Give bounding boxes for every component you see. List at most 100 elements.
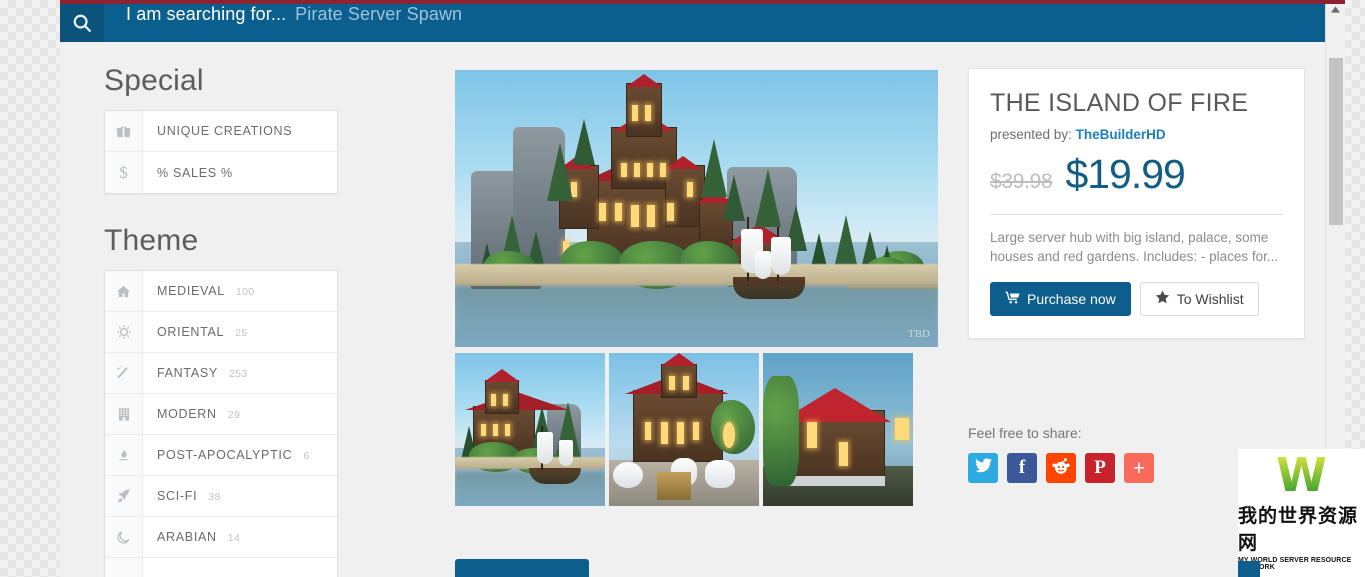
share-label: Feel free to share:	[968, 425, 1082, 441]
sidebar-item-count: 6	[303, 450, 310, 462]
share-section: Feel free to share: f P +	[968, 425, 1154, 483]
plus-icon: +	[1132, 456, 1146, 480]
product-author-line: presented by: TheBuilderHD	[990, 127, 1283, 142]
product-gallery: TBD	[455, 70, 938, 506]
sidebar-item-count: 14	[227, 532, 241, 544]
sidebar-item-text: MEDIEVAL 100	[143, 284, 255, 298]
sidebar-item-text: UNIQUE CREATIONS	[143, 124, 292, 138]
thumbnail-strip	[455, 353, 938, 506]
sidebar-item-unique-creations[interactable]: UNIQUE CREATIONS	[105, 111, 337, 152]
special-heading: Special	[104, 64, 204, 97]
sidebar-item-count: 38	[208, 491, 221, 503]
sidebar-item-label: % SALES %	[157, 165, 233, 180]
sidebar-item-partial[interactable]	[105, 558, 337, 577]
minecraft-scene: TBD	[455, 70, 938, 347]
purchase-now-label: Purchase now	[1027, 290, 1116, 307]
sidebar-item-count: 100	[235, 286, 255, 298]
star-icon	[1155, 290, 1170, 307]
facebook-icon: f	[1018, 457, 1026, 478]
search-query-value: Pirate Server Spawn	[295, 4, 463, 24]
to-wishlist-button[interactable]: To Wishlist	[1139, 281, 1259, 316]
rocket-icon	[105, 476, 143, 516]
search-icon[interactable]	[60, 4, 104, 42]
thumbnail-0[interactable]	[455, 353, 605, 506]
gear-icon	[105, 312, 143, 352]
browser-viewport: I am searching for... Pirate Server Spaw…	[60, 0, 1345, 577]
page-root: I am searching for... Pirate Server Spaw…	[0, 0, 1365, 577]
sidebar-item-label: MODERN	[157, 407, 217, 421]
home-icon	[105, 271, 143, 311]
sidebar-item-post-apocalyptic[interactable]: POST-APOCALYPTIC 6	[105, 435, 337, 476]
sidebar-item-text: ORIENTAL 25	[143, 325, 248, 339]
product-card: THE ISLAND OF FIRE presented by: TheBuil…	[968, 68, 1305, 339]
sidebar-item-count: 29	[227, 409, 241, 421]
special-filter-list: UNIQUE CREATIONS $ % SALES %	[104, 110, 338, 194]
minecraft-scene-thumb	[455, 353, 605, 506]
current-price: $19.99	[1065, 150, 1185, 197]
sidebar-item-text: SCI-FI 38	[143, 489, 221, 503]
sidebar-item-medieval[interactable]: MEDIEVAL 100	[105, 271, 337, 312]
sidebar-item-label: UNIQUE CREATIONS	[157, 124, 293, 138]
sidebar-item-count: 253	[228, 368, 248, 380]
theme-filter-list: MEDIEVAL 100 ORIENTAL 25 FANTASY 253 MOD…	[104, 270, 338, 577]
price-row: $39.98 $19.99	[990, 151, 1283, 198]
product-description: Large server hub with big island, palace…	[990, 229, 1279, 265]
presented-by-label: presented by:	[990, 126, 1072, 142]
scrollbar-thumb[interactable]	[1329, 58, 1343, 225]
sidebar-item-sales[interactable]: $ % SALES %	[105, 152, 337, 193]
sidebar-item-label: ARABIAN	[157, 530, 217, 544]
facebook-share-button[interactable]: f	[1007, 453, 1037, 483]
partial-row-icon	[105, 558, 143, 577]
sidebar-item-modern[interactable]: MODERN 29	[105, 394, 337, 435]
hero-signature: TBD	[908, 328, 930, 340]
hero-image[interactable]: TBD	[455, 70, 938, 347]
more-share-button[interactable]: +	[1124, 453, 1154, 483]
watermark-logo-icon: W	[1276, 449, 1327, 503]
pinterest-icon: P	[1094, 457, 1106, 478]
sidebar-item-fantasy[interactable]: FANTASY 253	[105, 353, 337, 394]
purchase-now-button[interactable]: Purchase now	[990, 281, 1131, 316]
to-wishlist-label: To Wishlist	[1176, 290, 1244, 307]
sidebar-item-label: FANTASY	[157, 366, 218, 380]
thumbnail-1[interactable]	[609, 353, 759, 506]
author-link[interactable]: TheBuilderHD	[1076, 127, 1166, 142]
building-icon	[105, 394, 143, 434]
thumbnail-2[interactable]	[763, 353, 913, 506]
sidebar-item-label: POST-APOCALYPTIC	[157, 448, 293, 462]
search-input[interactable]: I am searching for... Pirate Server Spaw…	[104, 4, 462, 42]
twitter-share-button[interactable]	[968, 453, 998, 483]
pinterest-share-button[interactable]: P	[1085, 453, 1115, 483]
sidebar-item-count: 25	[235, 327, 248, 339]
watermark-blue-corner	[1238, 561, 1260, 577]
page-title: THE ISLAND OF FIRE	[990, 89, 1249, 117]
share-icon-row: f P +	[968, 453, 1154, 483]
dollar-icon: $	[105, 152, 143, 193]
sidebar-item-text: POST-APOCALYPTIC 6	[143, 448, 310, 462]
twitter-icon	[974, 458, 992, 478]
filter-sidebar: Special UNIQUE CREATIONS $ % SALES % The…	[104, 42, 338, 577]
sidebar-item-label: ORIENTAL	[157, 325, 225, 339]
sidebar-item-text: MODERN 29	[143, 407, 240, 421]
divider	[990, 213, 1283, 215]
sidebar-item-text: % SALES %	[143, 166, 233, 180]
search-bar: I am searching for... Pirate Server Spaw…	[60, 4, 1345, 42]
sidebar-item-arabian[interactable]: ARABIAN 14	[105, 517, 337, 558]
bottom-action-button[interactable]	[455, 559, 589, 577]
flame-icon	[105, 435, 143, 475]
sidebar-item-label: SCI-FI	[157, 489, 198, 503]
sidebar-item-label: MEDIEVAL	[157, 284, 225, 298]
reddit-icon	[1052, 457, 1070, 479]
minecraft-scene-thumb	[609, 353, 759, 506]
reddit-share-button[interactable]	[1046, 453, 1076, 483]
sidebar-item-sci-fi[interactable]: SCI-FI 38	[105, 476, 337, 517]
search-placeholder-label: I am searching for...	[126, 4, 287, 24]
sidebar-item-text: ARABIAN 14	[143, 530, 240, 544]
watermark-overlay: W 我的世界资源网 MY WORLD SERVER RESOURCE NETWO…	[1238, 449, 1365, 577]
action-buttons: Purchase now To Wishlist	[990, 281, 1283, 316]
magic-wand-icon	[105, 353, 143, 393]
minecraft-scene-thumb	[763, 353, 913, 506]
moon-icon	[105, 517, 143, 557]
theme-heading: Theme	[104, 224, 199, 257]
sidebar-item-oriental[interactable]: ORIENTAL 25	[105, 312, 337, 353]
watermark-chinese-text: 我的世界资源网	[1238, 504, 1359, 554]
